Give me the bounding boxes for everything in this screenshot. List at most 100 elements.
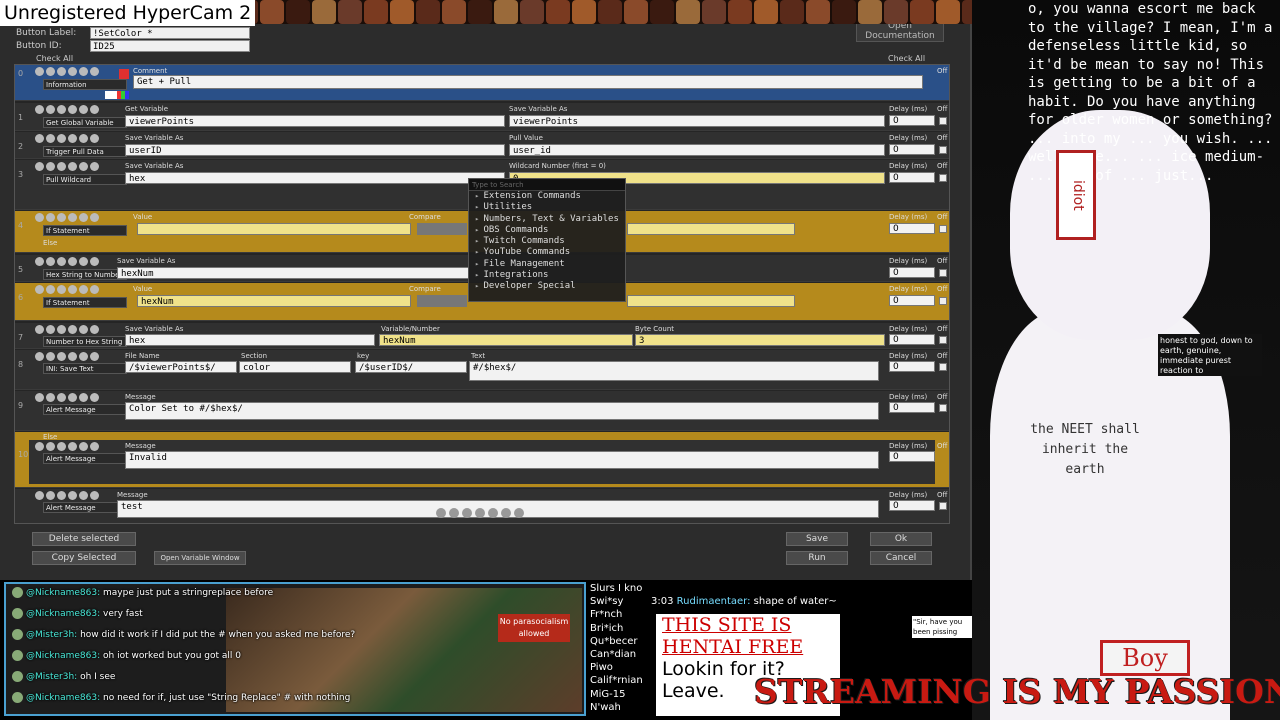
meme-caption-2: "Sir, have you been pissing tonight?" [912, 616, 972, 646]
variable-number-field[interactable]: hexNum [379, 334, 633, 346]
delay-field[interactable]: 0 [889, 402, 935, 413]
menu-item-integrations[interactable]: Integrations [469, 270, 625, 281]
delay-field[interactable]: 0 [889, 267, 935, 278]
open-variable-window-button[interactable]: Open Variable Window [154, 551, 246, 565]
message-field[interactable]: Color Set to #/$hex$/ [125, 402, 879, 420]
row-type: If Statement [43, 297, 127, 308]
off-checkbox[interactable] [939, 146, 947, 154]
row-tools[interactable] [35, 352, 125, 362]
command-row-11[interactable]: Alert Message Message test Delay (ms) 0 … [15, 489, 949, 523]
compare-dropdown[interactable] [417, 223, 467, 235]
menu-item-obs-commands[interactable]: OBS Commands [469, 225, 625, 236]
menu-search-input[interactable]: Type to Search [469, 179, 625, 191]
word-list-item: MiG-15 [590, 688, 626, 700]
text-field[interactable]: #/$hex$/ [469, 361, 879, 381]
off-checkbox[interactable] [939, 174, 947, 182]
off-checkbox[interactable] [939, 404, 947, 412]
check-all-right[interactable]: Check All [888, 54, 925, 63]
check-all-left[interactable]: Check All [36, 54, 73, 63]
row-tools[interactable] [35, 213, 125, 223]
delete-selected-button[interactable]: Delete selected [32, 532, 136, 546]
if-compare-value[interactable] [627, 295, 795, 307]
if-compare-value[interactable] [627, 223, 795, 235]
cancel-button[interactable]: Cancel [870, 551, 932, 565]
get-variable-field[interactable]: viewerPoints [125, 115, 505, 127]
chat-message: @Mister3h: how did it work if I did put … [12, 629, 355, 640]
menu-item-developer-special[interactable]: Developer Special [469, 281, 625, 292]
recorder-watermark: Unregistered HyperCam 2 [0, 0, 256, 26]
delay-field[interactable]: 0 [889, 451, 935, 462]
field-label: Message [125, 393, 156, 401]
save-variable-field[interactable]: hex [125, 172, 505, 184]
field-label: Message [117, 491, 148, 499]
off-checkbox[interactable] [939, 363, 947, 371]
off-checkbox[interactable] [939, 225, 947, 233]
save-variable-field[interactable]: viewerPoints [509, 115, 885, 127]
menu-item-extension-commands[interactable]: Extension Commands [469, 191, 625, 202]
off-checkbox[interactable] [939, 269, 947, 277]
delay-field[interactable]: 0 [889, 361, 935, 372]
delay-field[interactable]: 0 [889, 115, 935, 126]
run-button[interactable]: Run [786, 551, 848, 565]
menu-item-numbers-text-variables[interactable]: Numbers, Text & Variables [469, 214, 625, 225]
row-tools[interactable] [35, 393, 125, 403]
file-name-field[interactable]: /$viewerPoints$/ [125, 361, 237, 373]
row-tools[interactable] [35, 162, 125, 172]
command-row-9[interactable]: 9 Alert Message Message Color Set to #/$… [15, 391, 949, 431]
delay-field[interactable]: 0 [889, 500, 935, 511]
copy-selected-button[interactable]: Copy Selected [32, 551, 136, 565]
chat-text: no need for if, just use "String Replace… [103, 693, 351, 703]
delay-field[interactable]: 0 [889, 295, 935, 306]
byte-count-field[interactable]: 3 [635, 334, 885, 346]
save-button[interactable]: Save [786, 532, 848, 546]
chat-text: oh iot worked but you got all 0 [103, 651, 241, 661]
pager-icons[interactable] [436, 508, 538, 518]
if-value-field[interactable]: hexNum [137, 295, 411, 307]
save-variable-field[interactable]: hexNum [117, 267, 469, 279]
delay-field[interactable]: 0 [889, 172, 935, 183]
row-tools[interactable] [35, 285, 125, 295]
word-list-item: Fr*nch [590, 609, 623, 621]
pull-value-dropdown[interactable]: user_id [509, 144, 885, 156]
open-documentation-button[interactable]: Open Documentation [856, 24, 944, 42]
command-row-0[interactable]: 0 Information Comment Get + Pull Off [15, 65, 949, 101]
off-checkbox[interactable] [939, 117, 947, 125]
format-icons[interactable] [105, 91, 129, 99]
button-label-input[interactable]: !SetColor * [90, 27, 250, 39]
command-row-2[interactable]: 2 Trigger Pull Data Save Variable As use… [15, 132, 949, 159]
menu-item-youtube-commands[interactable]: YouTube Commands [469, 247, 625, 258]
row-tools[interactable] [35, 134, 125, 144]
save-variable-field[interactable]: hex [125, 334, 375, 346]
command-row-10-else[interactable]: Else 10 Alert Message Message Invalid De… [15, 432, 949, 488]
row-tools[interactable] [35, 325, 125, 335]
compare-dropdown[interactable] [417, 295, 467, 307]
row-tools[interactable] [35, 442, 125, 452]
row-tools[interactable] [35, 105, 125, 115]
delay-field[interactable]: 0 [889, 334, 935, 345]
off-checkbox[interactable] [939, 502, 947, 510]
row-tools[interactable] [35, 67, 125, 77]
row-tools[interactable] [35, 257, 125, 267]
delay-field[interactable]: 0 [889, 144, 935, 155]
command-row-7[interactable]: 7 Number to Hex String Save Variable As … [15, 323, 949, 349]
comment-field[interactable]: Get + Pull [133, 75, 923, 89]
row-type: Alert Message [43, 502, 127, 513]
row-tools[interactable] [35, 491, 125, 501]
section-field[interactable]: color [239, 361, 351, 373]
delay-field[interactable]: 0 [889, 223, 935, 234]
delay-label: Delay (ms) [889, 352, 928, 360]
row-number: 2 [18, 142, 24, 151]
off-checkbox[interactable] [939, 297, 947, 305]
command-row-8[interactable]: 8 INI: Save Text File Name /$viewerPoint… [15, 350, 949, 390]
ok-button[interactable]: Ok [870, 532, 932, 546]
off-checkbox[interactable] [939, 336, 947, 344]
menu-item-file-management[interactable]: File Management [469, 259, 625, 270]
if-value-field[interactable] [137, 223, 411, 235]
message-field[interactable]: Invalid [125, 451, 879, 469]
menu-item-twitch-commands[interactable]: Twitch Commands [469, 236, 625, 247]
command-row-1[interactable]: 1 Get Global Variable Get Variable viewe… [15, 103, 949, 131]
key-field[interactable]: /$userID$/ [355, 361, 467, 373]
menu-item-utilities[interactable]: Utilities [469, 202, 625, 213]
save-variable-field[interactable]: userID [125, 144, 505, 156]
button-id-input[interactable]: ID25 [90, 40, 250, 52]
